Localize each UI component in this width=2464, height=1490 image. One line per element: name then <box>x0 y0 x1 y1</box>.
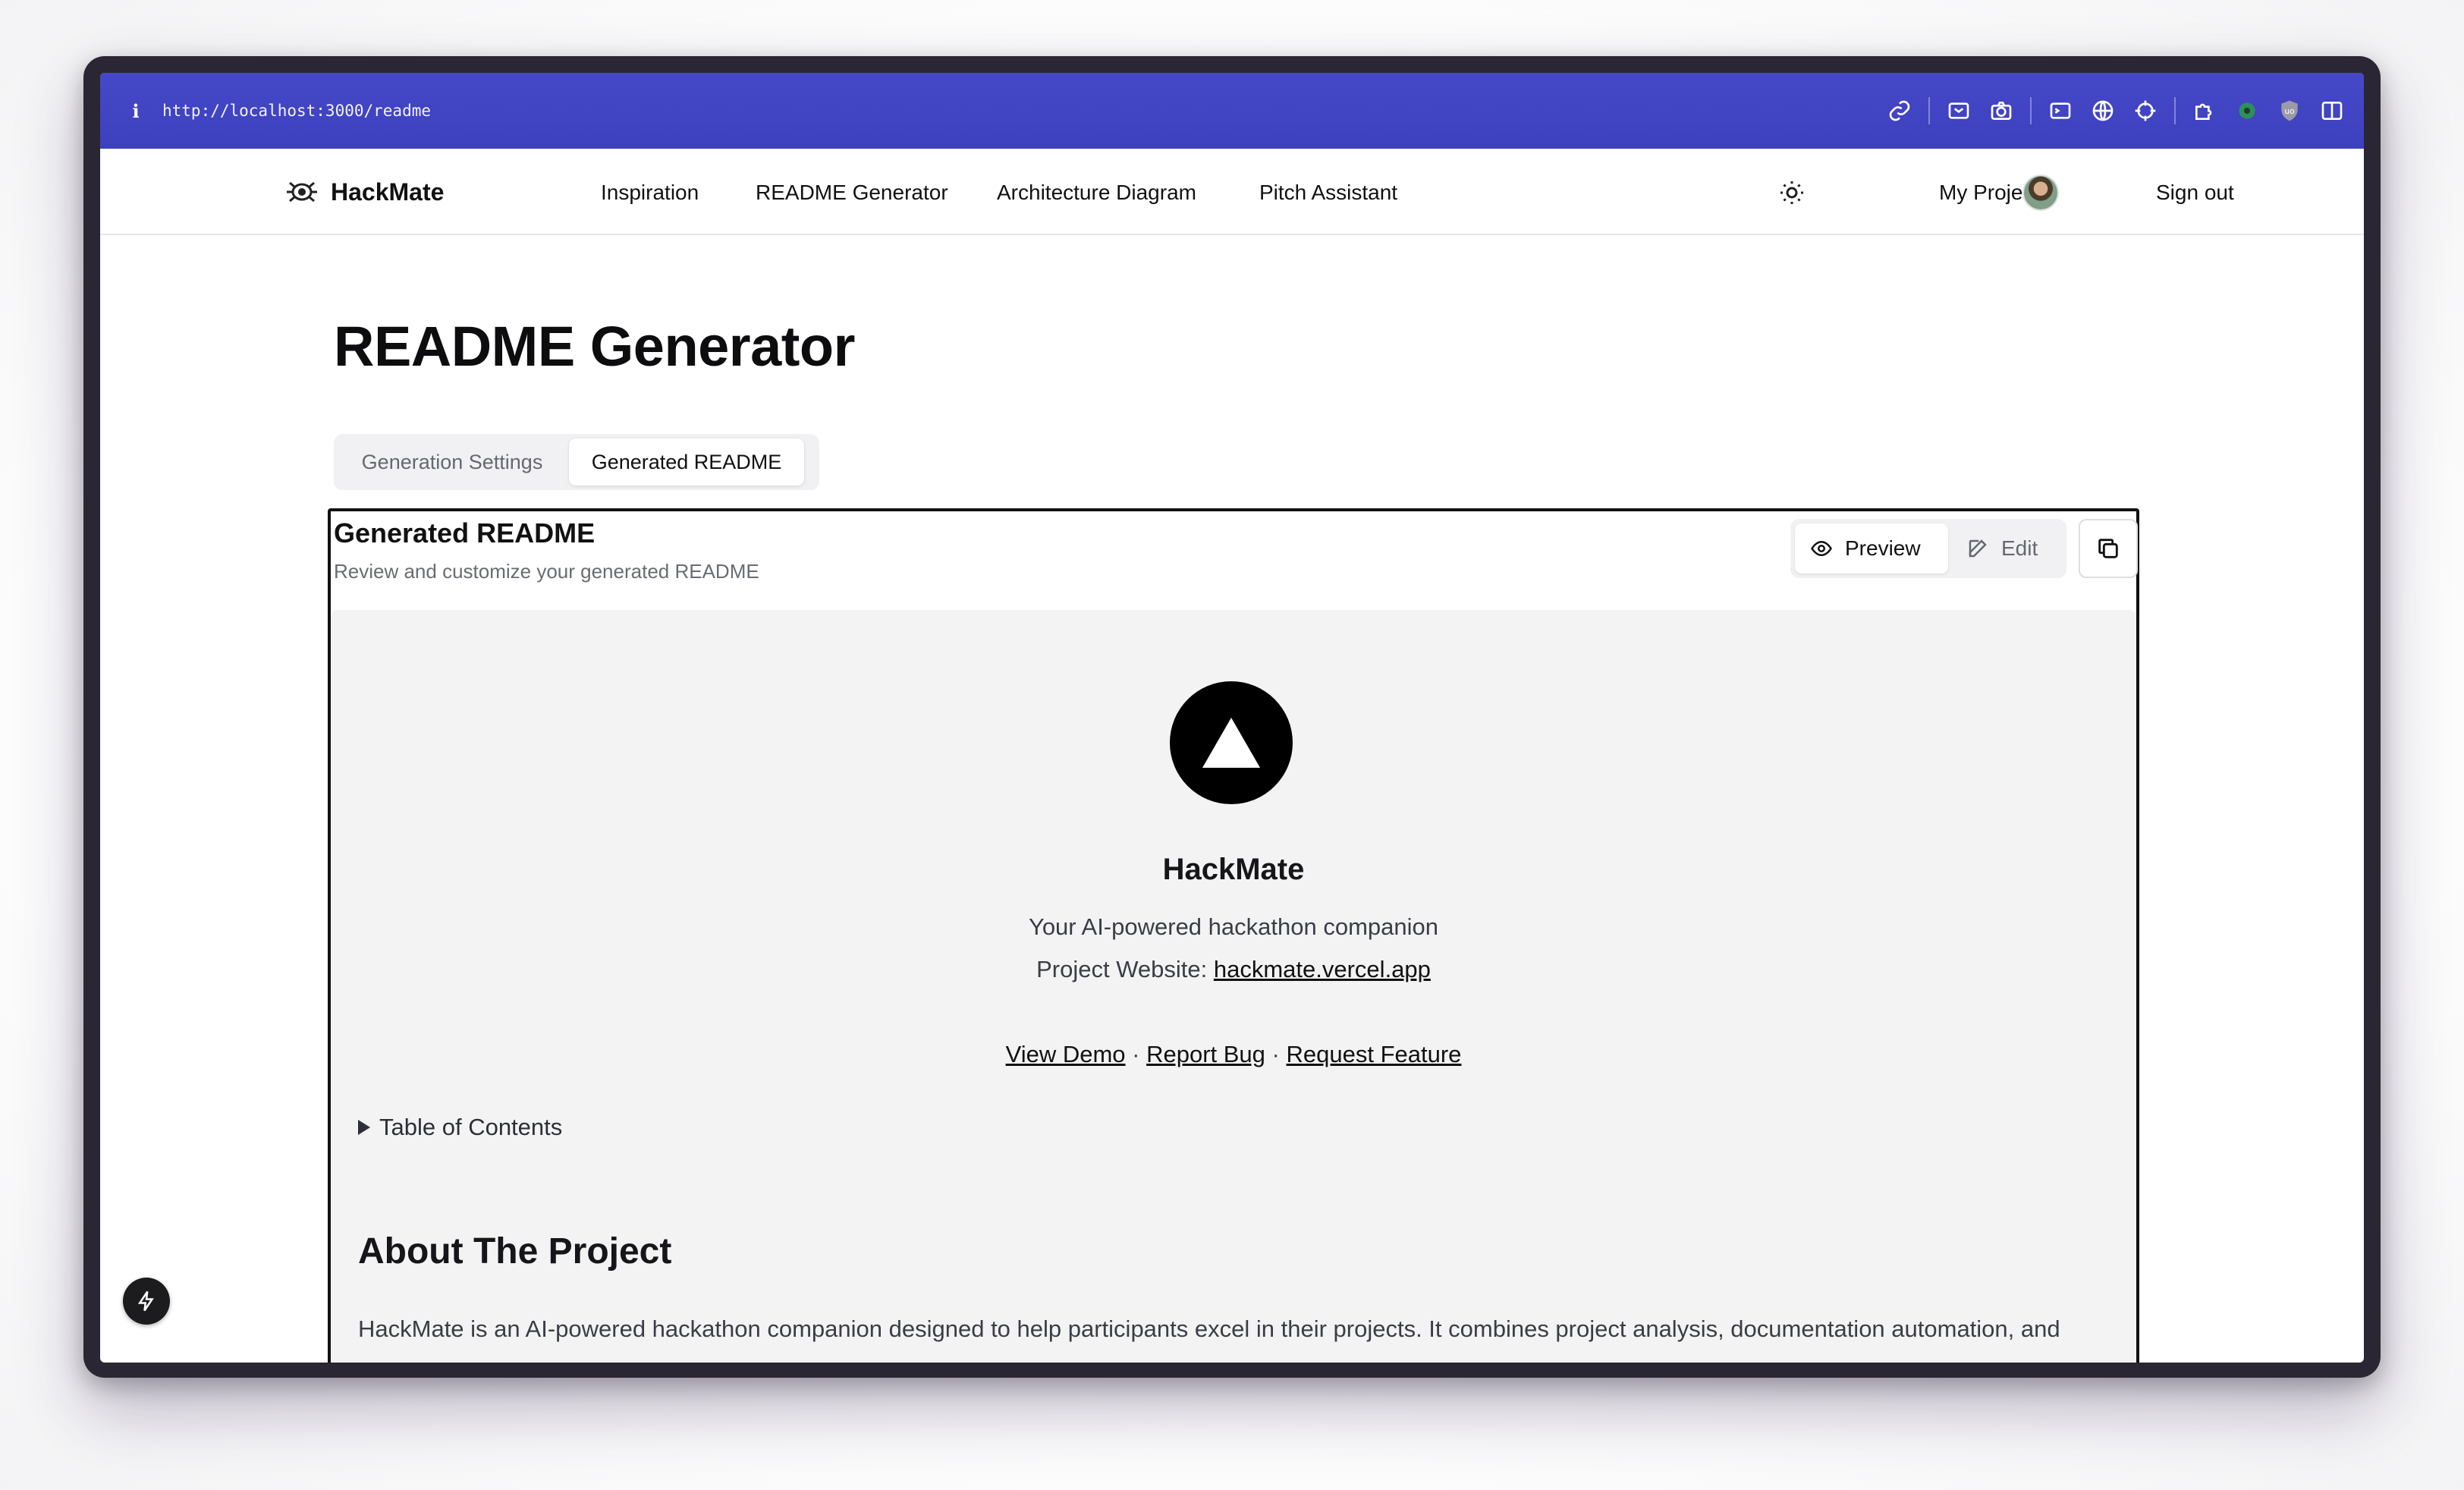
copy-button[interactable] <box>2079 519 2138 578</box>
toc-label: Table of Contents <box>379 1114 563 1140</box>
shield-icon[interactable]: uo <box>2268 73 2311 149</box>
edit-button[interactable]: Edit <box>1956 523 2062 574</box>
camera-icon[interactable] <box>1980 73 2022 149</box>
browser-toolbar: uo <box>1878 73 2364 149</box>
sun-icon[interactable] <box>1778 179 1806 206</box>
sign-out-link[interactable]: Sign out <box>2156 181 2234 205</box>
copy-icon <box>2098 539 2118 558</box>
url-bar: i http://localhost:3000/readme uo <box>100 73 2364 149</box>
triangle-logo-icon <box>1202 718 1260 768</box>
toolbar-divider <box>1928 97 1930 124</box>
card-title: Generated README <box>334 517 596 549</box>
crosshair-icon[interactable] <box>2124 73 2167 149</box>
tab-generation-settings[interactable]: Generation Settings <box>341 439 563 486</box>
about-heading: About The Project <box>358 1231 672 1272</box>
preview-button[interactable]: Preview <box>1795 523 1948 574</box>
generated-readme-card: Generated README Review and customize yo… <box>328 508 2139 1363</box>
request-feature-link[interactable]: Request Feature <box>1287 1041 1462 1067</box>
website-link[interactable]: hackmate.vercel.app <box>1214 956 1431 982</box>
page-title: README Generator <box>334 315 855 378</box>
terminal-icon[interactable] <box>2039 73 2082 149</box>
globe-icon[interactable] <box>2082 73 2124 149</box>
report-bug-link[interactable]: Report Bug <box>1146 1041 1265 1067</box>
disclosure-triangle-icon <box>358 1120 370 1135</box>
nav-link-architecture-diagram[interactable]: Architecture Diagram <box>997 181 1196 205</box>
nav-link-pitch-assistant[interactable]: Pitch Assistant <box>1259 181 1397 205</box>
avatar[interactable] <box>2022 174 2059 211</box>
eye-icon <box>1811 540 1832 557</box>
readme-preview: HackMate Your AI-powered hackathon compa… <box>331 610 2136 1363</box>
website-prefix: Project Website: <box>1036 956 1208 982</box>
project-name: HackMate <box>1162 853 1305 886</box>
link-separator: · <box>1271 1041 1280 1067</box>
card-subtitle: Review and customize your generated READ… <box>334 560 759 583</box>
brand-logo[interactable]: HackMate <box>284 171 444 212</box>
toolbar-divider <box>2030 97 2032 124</box>
inbox-icon[interactable] <box>1938 73 1980 149</box>
link-icon[interactable] <box>1878 73 1921 149</box>
edit-icon <box>1969 539 1987 558</box>
top-navigation: HackMate Inspiration README Generator Ar… <box>100 149 2364 235</box>
project-tagline: Your AI-powered hackathon companion <box>1028 913 1438 940</box>
project-links: View Demo · Report Bug · Request Feature <box>331 1041 2136 1068</box>
sidebar-icon[interactable] <box>2311 73 2353 149</box>
project-logo <box>1170 681 1293 804</box>
site-info-icon[interactable]: i <box>115 100 156 122</box>
preview-label: Preview <box>1845 536 1921 560</box>
browser-window: i http://localhost:3000/readme uo HackMa… <box>83 56 2381 1378</box>
url-text[interactable]: http://localhost:3000/readme <box>162 102 431 120</box>
tab-list: Generation Settings Generated README <box>334 434 819 490</box>
brain-logo-icon <box>287 181 317 203</box>
nav-link-inspiration[interactable]: Inspiration <box>601 181 699 205</box>
project-website: Project Website: hackmate.vercel.app <box>331 956 2136 983</box>
about-paragraph: HackMate is an AI-powered hackathon comp… <box>358 1316 2060 1363</box>
browser-viewport: i http://localhost:3000/readme uo HackMa… <box>100 73 2364 1363</box>
tab-generated-readme[interactable]: Generated README <box>569 439 804 486</box>
extension-icon[interactable] <box>2226 73 2268 149</box>
nav-link-readme-generator[interactable]: README Generator <box>756 181 948 205</box>
view-demo-link[interactable]: View Demo <box>1006 1041 1126 1067</box>
brand-name: HackMate <box>331 178 445 206</box>
svg-text:uo: uo <box>2284 106 2294 116</box>
dev-tools-button[interactable] <box>123 1278 170 1325</box>
lightning-icon <box>137 1290 154 1312</box>
edit-label: Edit <box>2001 536 2038 560</box>
toolbar-divider <box>2174 97 2176 124</box>
link-separator: · <box>1132 1041 1140 1067</box>
view-mode-toggle: Preview Edit <box>1790 519 2066 578</box>
table-of-contents-toggle[interactable]: Table of Contents <box>358 1114 562 1141</box>
puzzle-icon[interactable] <box>2183 73 2226 149</box>
